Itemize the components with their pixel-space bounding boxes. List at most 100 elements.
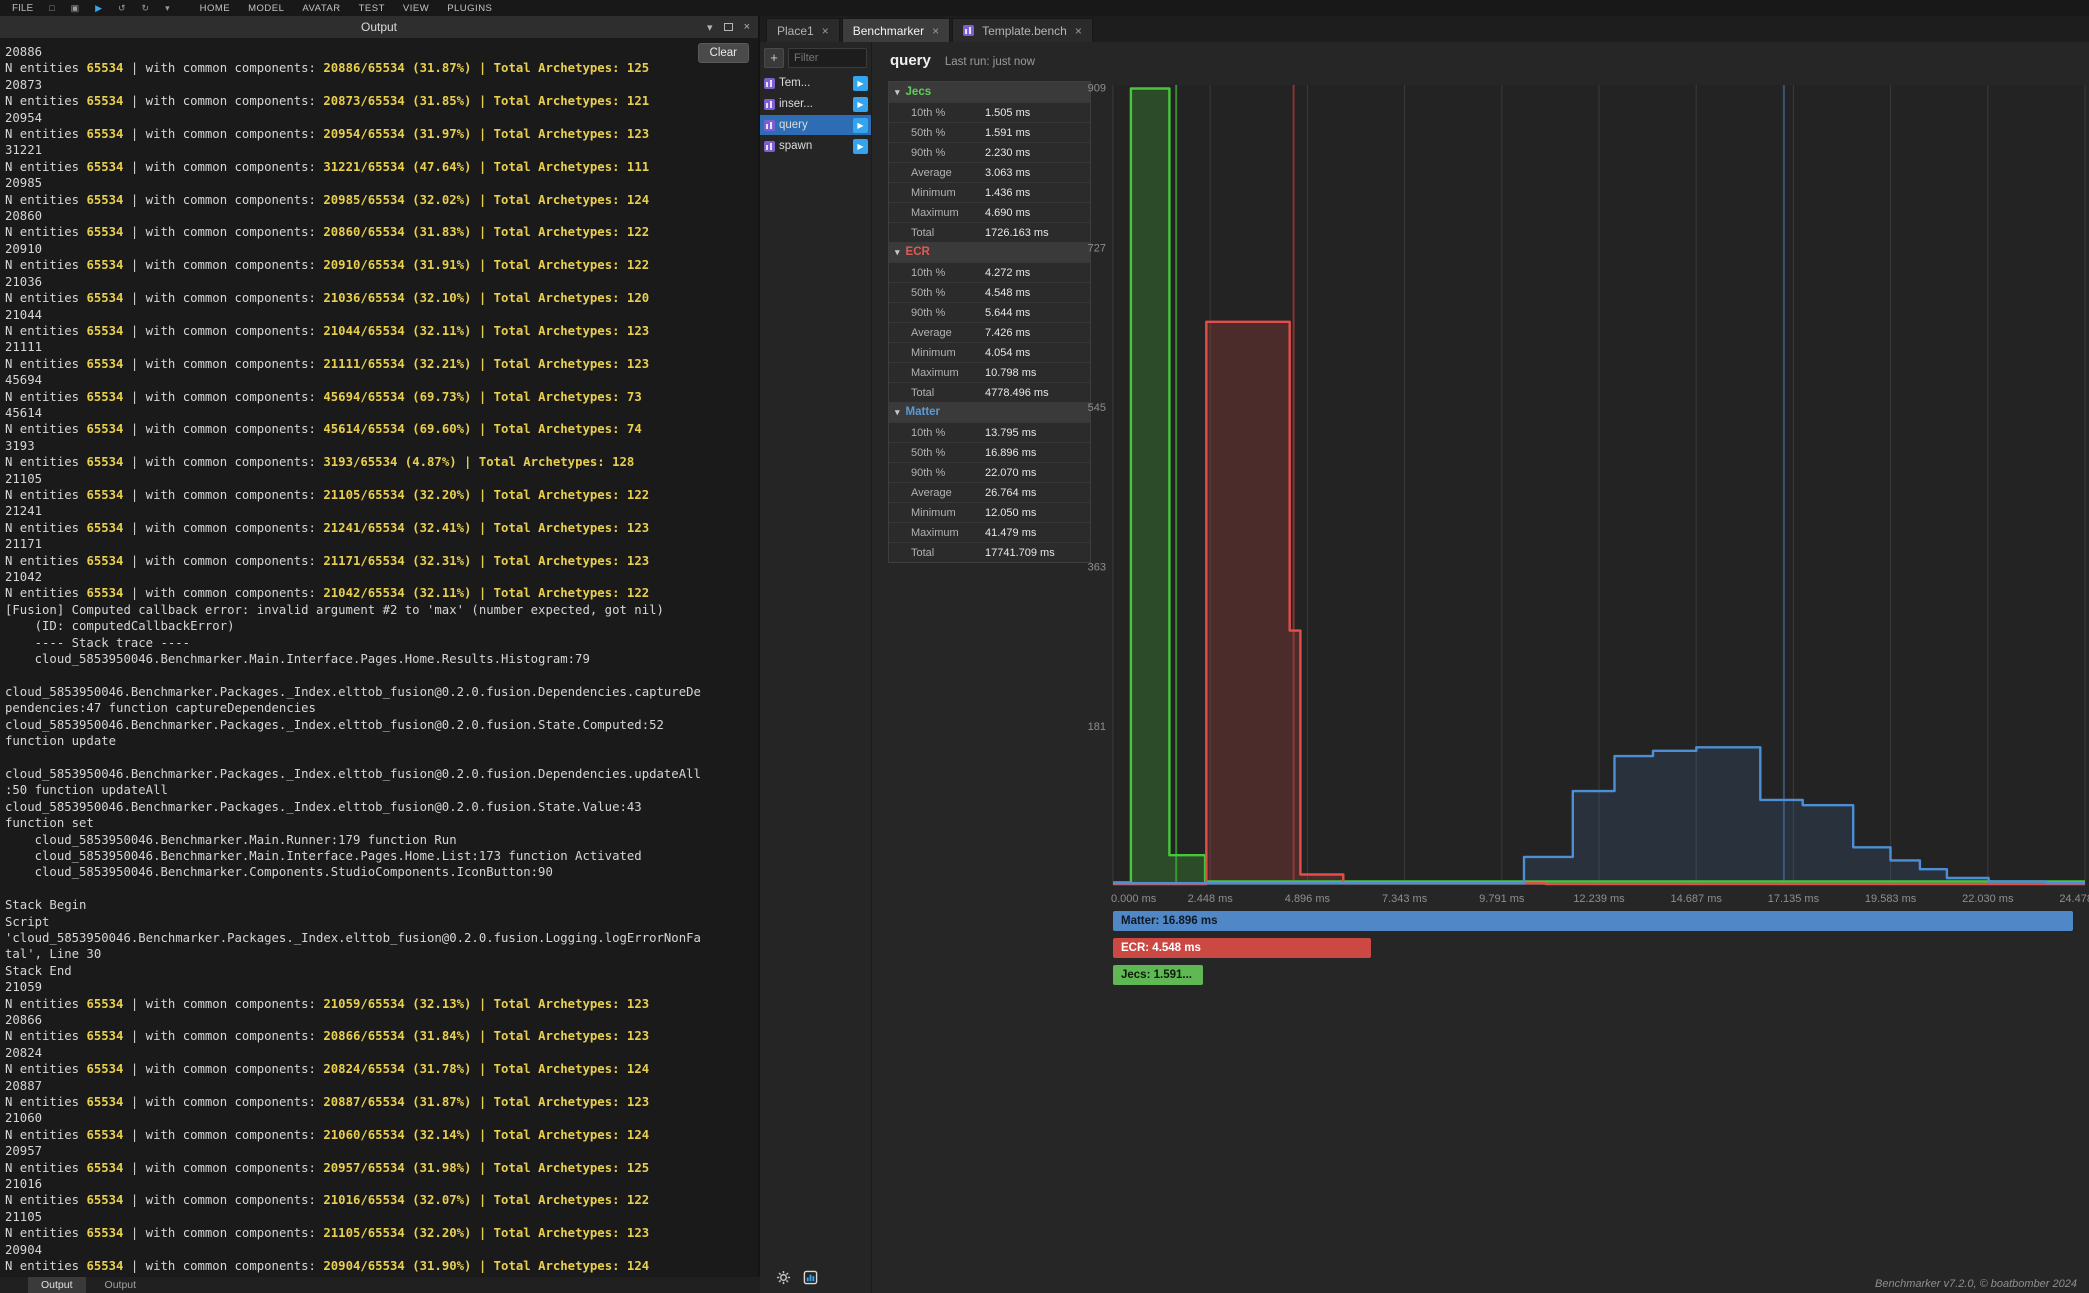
bottom-dock-tab-output[interactable]: Output (28, 1277, 86, 1293)
close-icon[interactable]: × (744, 21, 750, 33)
benchmark-item-query[interactable]: query▶ (760, 115, 871, 135)
console-line: cloud_5853950046.Benchmarker.Packages._I… (5, 717, 758, 733)
svg-text:0.000 ms: 0.000 ms (1111, 893, 1157, 905)
ribbon-tab-view[interactable]: VIEW (403, 3, 429, 14)
console-line: cloud_5853950046.Benchmarker.Packages._I… (5, 684, 758, 700)
console-line: N entities 65534 | with common component… (5, 323, 758, 339)
benchmark-list-sidebar: + Tem...▶inser...▶query▶spawn▶ (760, 42, 872, 1293)
console-line: :50 function updateAll (5, 782, 758, 798)
ribbon-tab-model[interactable]: MODEL (248, 3, 284, 14)
output-console[interactable]: 20886N entities 65534 | with common comp… (0, 38, 758, 1277)
settings-gear-icon[interactable] (776, 1270, 791, 1290)
document-tab-template-bench[interactable]: Template.bench× (952, 18, 1093, 42)
bottom-dock-tabs: Output Output (0, 1277, 760, 1293)
plugin-credit: Benchmarker v7.2.0, © boatbomber 2024 (1875, 1278, 2077, 1290)
filter-input[interactable] (788, 48, 867, 68)
run-benchmark-button[interactable]: ▶ (853, 118, 868, 133)
results-header: query Last run: just now (890, 52, 1035, 69)
legend-bar-ecr: ECR: 4.548 ms (1113, 938, 1371, 958)
console-line: N entities 65534 | with common component… (5, 356, 758, 372)
svg-text:9.791 ms: 9.791 ms (1479, 893, 1525, 905)
close-tab-icon[interactable]: × (932, 24, 939, 38)
stats-row-ecr-maximum: Maximum10.798 ms (889, 362, 1090, 382)
stats-row-matter-average: Average26.764 ms (889, 482, 1090, 502)
stats-section-header-ecr[interactable]: ▾ECR (889, 242, 1090, 262)
chevron-down-icon[interactable]: ▾ (707, 21, 713, 34)
console-line: N entities 65534 | with common component… (5, 1225, 758, 1241)
float-window-icon[interactable] (724, 23, 733, 31)
play-icon[interactable]: ▶ (95, 3, 102, 14)
console-line: cloud_5853950046.Benchmarker.Main.Interf… (5, 848, 758, 864)
console-line: Stack Begin (5, 897, 758, 913)
console-line: N entities 65534 | with common component… (5, 1258, 758, 1274)
console-line: 20985 (5, 175, 758, 191)
output-panel: Output ▾ × Clear 20886N entities 65534 |… (0, 16, 760, 1277)
benchmark-item-inser[interactable]: inser...▶ (760, 94, 871, 114)
console-line: 21042 (5, 569, 758, 585)
ribbon-tab-avatar[interactable]: AVATAR (302, 3, 340, 14)
console-line: N entities 65534 | with common component… (5, 60, 758, 76)
stats-row-matter-10th: 10th %13.795 ms (889, 422, 1090, 442)
undo-icon[interactable]: ↺ (118, 3, 126, 14)
console-line: N entities 65534 | with common component… (5, 487, 758, 503)
file-menu[interactable]: FILE (12, 3, 33, 14)
stats-section-header-jecs[interactable]: ▾ Jecs (889, 82, 1090, 102)
chevron-down-icon: ▾ (895, 87, 900, 98)
stats-row-ecr-10th: 10th %4.272 ms (889, 262, 1090, 282)
bench-file-icon (764, 99, 775, 110)
ribbon-tab-test[interactable]: TEST (359, 3, 385, 14)
stats-row-matter-maximum: Maximum41.479 ms (889, 522, 1090, 542)
console-line: N entities 65534 | with common component… (5, 454, 758, 470)
stats-section-name: Jecs (906, 86, 932, 98)
benchmark-item-tem[interactable]: Tem...▶ (760, 73, 871, 93)
chevron-down-icon[interactable]: ▾ (165, 3, 170, 14)
bottom-dock-tab-output[interactable]: Output (92, 1277, 150, 1293)
ribbon-tab-plugins[interactable]: PLUGINS (447, 3, 492, 14)
stats-row-jecs-total: Total1726.163 ms (889, 222, 1090, 242)
console-line: cloud_5853950046.Benchmarker.Packages._I… (5, 766, 758, 782)
add-benchmark-button[interactable]: + (764, 48, 784, 68)
chevron-down-icon: ▾ (895, 247, 900, 258)
run-benchmark-button[interactable]: ▶ (853, 76, 868, 91)
console-line: 21105 (5, 1209, 758, 1225)
console-line: Stack End (5, 963, 758, 979)
close-tab-icon[interactable]: × (822, 24, 829, 38)
roblox-studio-window: FILE □ ▣ ▶ ↺ ↻ ▾ HOME MODEL AVATAR TEST VIEW… (0, 0, 2089, 1293)
document-tab-place1[interactable]: Place1× (766, 18, 840, 42)
output-panel-header[interactable]: Output ▾ × (0, 16, 758, 38)
save-icon[interactable]: ▣ (71, 3, 80, 14)
console-line: 20904 (5, 1242, 758, 1258)
bench-file-icon (764, 141, 775, 152)
stats-row-jecs-90th: 90th %2.230 ms (889, 142, 1090, 162)
stats-row-ecr-minimum: Minimum4.054 ms (889, 342, 1090, 362)
console-line: 20910 (5, 241, 758, 257)
ribbon-tab-home[interactable]: HOME (200, 3, 231, 14)
redo-icon[interactable]: ↻ (142, 3, 150, 14)
benchmark-results-panel: query Last run: just now ▾ Jecs 10th %1.50… (873, 42, 2089, 1293)
console-line: tal', Line 30 (5, 946, 758, 962)
console-line: N entities 65534 | with common component… (5, 257, 758, 273)
console-line: N entities 65534 | with common component… (5, 1160, 758, 1176)
svg-text:19.583 ms: 19.583 ms (1865, 893, 1917, 905)
console-line: 21059 (5, 979, 758, 995)
document-tab-benchmarker[interactable]: Benchmarker× (842, 18, 950, 42)
menu-bar: FILE □ ▣ ▶ ↺ ↻ ▾ HOME MODEL AVATAR TEST VIEW… (0, 0, 2089, 16)
console-line: ---- Stack trace ---- (5, 635, 758, 651)
histogram-chart: 0.000 ms2.448 ms4.896 ms7.343 ms9.791 ms… (1075, 80, 2089, 910)
svg-text:909: 909 (1088, 83, 1106, 95)
benchmark-item-spawn[interactable]: spawn▶ (760, 136, 871, 156)
console-line: N entities 65534 | with common component… (5, 290, 758, 306)
console-line: 45614 (5, 405, 758, 421)
close-tab-icon[interactable]: × (1075, 24, 1082, 38)
results-log-icon[interactable] (803, 1270, 818, 1290)
console-line: pendencies:47 function captureDependenci… (5, 700, 758, 716)
console-line: 21111 (5, 339, 758, 355)
new-file-icon[interactable]: □ (49, 3, 54, 13)
stats-section-header-matter[interactable]: ▾Matter (889, 402, 1090, 422)
benchmark-list-controls: + (760, 42, 871, 73)
clear-output-button[interactable]: Clear (698, 43, 749, 63)
run-benchmark-button[interactable]: ▶ (853, 97, 868, 112)
console-line: function set (5, 815, 758, 831)
run-benchmark-button[interactable]: ▶ (853, 139, 868, 154)
stats-row-jecs-10th: 10th %1.505 ms (889, 102, 1090, 122)
